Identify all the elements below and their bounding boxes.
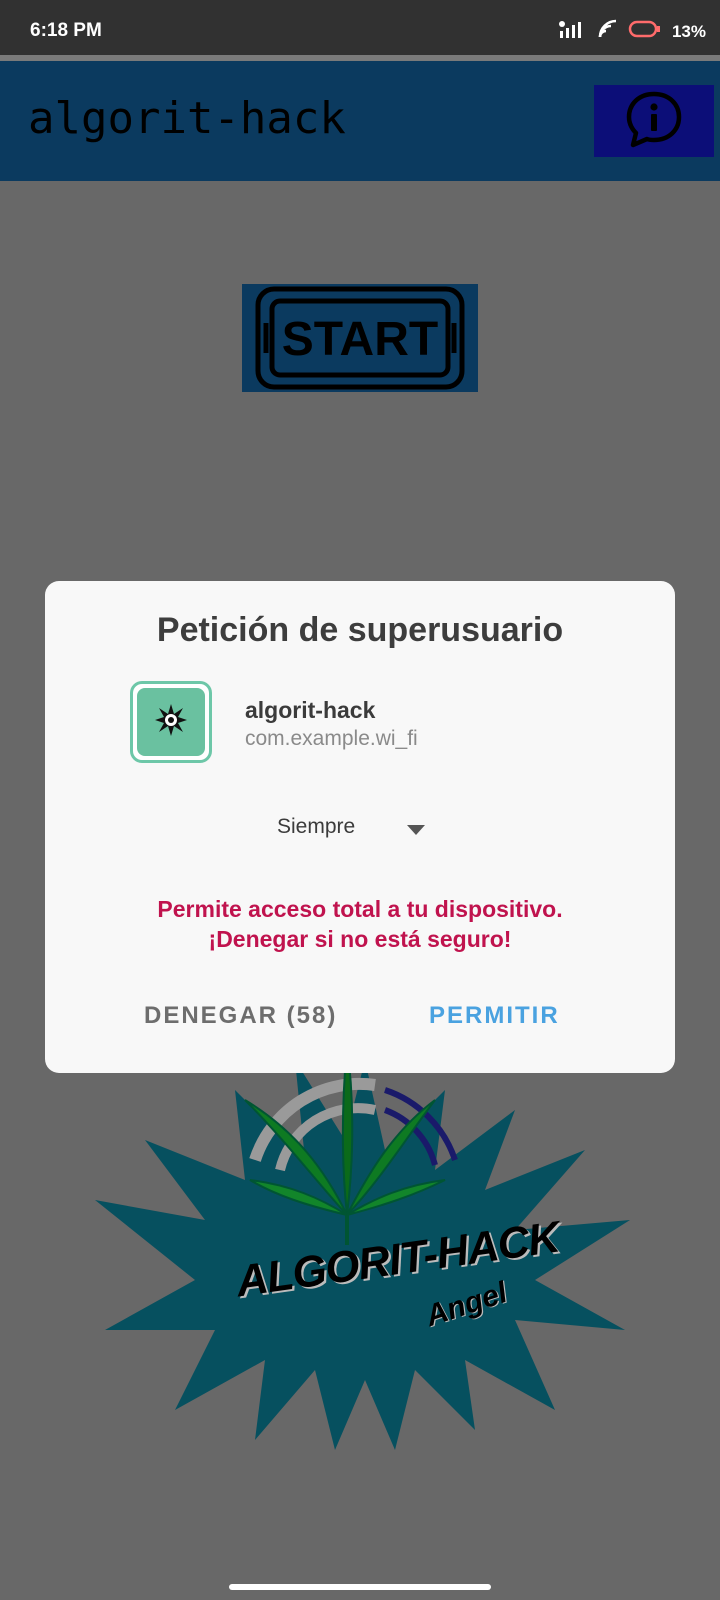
start-button[interactable]: START	[242, 284, 478, 392]
status-icons: 13%	[558, 19, 706, 44]
info-chat-icon	[623, 88, 685, 155]
warning-text: Permite acceso total a tu dispositivo. ¡…	[45, 894, 675, 954]
duration-dropdown[interactable]: Siempre	[277, 809, 447, 849]
signal-icon	[558, 19, 588, 44]
battery-percentage: 13%	[671, 21, 706, 41]
status-bar: 6:18 PM 13%	[0, 0, 720, 55]
app-logo-icon	[153, 702, 189, 743]
deny-button[interactable]: DENEGAR (58)	[138, 1001, 343, 1031]
allow-button[interactable]: PERMITIR	[423, 1001, 566, 1031]
algorit-hack-logo: ALGORIT-HACK Angel	[85, 1030, 645, 1460]
status-time: 6:18 PM	[30, 20, 102, 41]
superuser-dialog: Petición de superusuario algorit-hack co…	[45, 581, 675, 1073]
app-title: algorit-hack	[28, 93, 346, 144]
info-button[interactable]	[594, 85, 714, 157]
requesting-app-name: algorit-hack	[245, 697, 376, 723]
battery-icon	[628, 19, 662, 44]
app-bar: algorit-hack	[0, 61, 720, 181]
start-label: START	[282, 313, 438, 366]
chevron-down-icon	[407, 822, 425, 840]
app-icon	[130, 681, 212, 763]
warning-line-1: Permite acceso total a tu dispositivo.	[157, 896, 563, 922]
requesting-app-package: com.example.wi_fi	[245, 727, 418, 750]
home-indicator[interactable]	[229, 1584, 491, 1590]
warning-line-2: ¡Denegar si no está seguro!	[208, 926, 512, 952]
dialog-title: Petición de superusuario	[156, 611, 564, 649]
duration-value: Siempre	[277, 815, 356, 838]
wifi-icon	[598, 19, 618, 44]
